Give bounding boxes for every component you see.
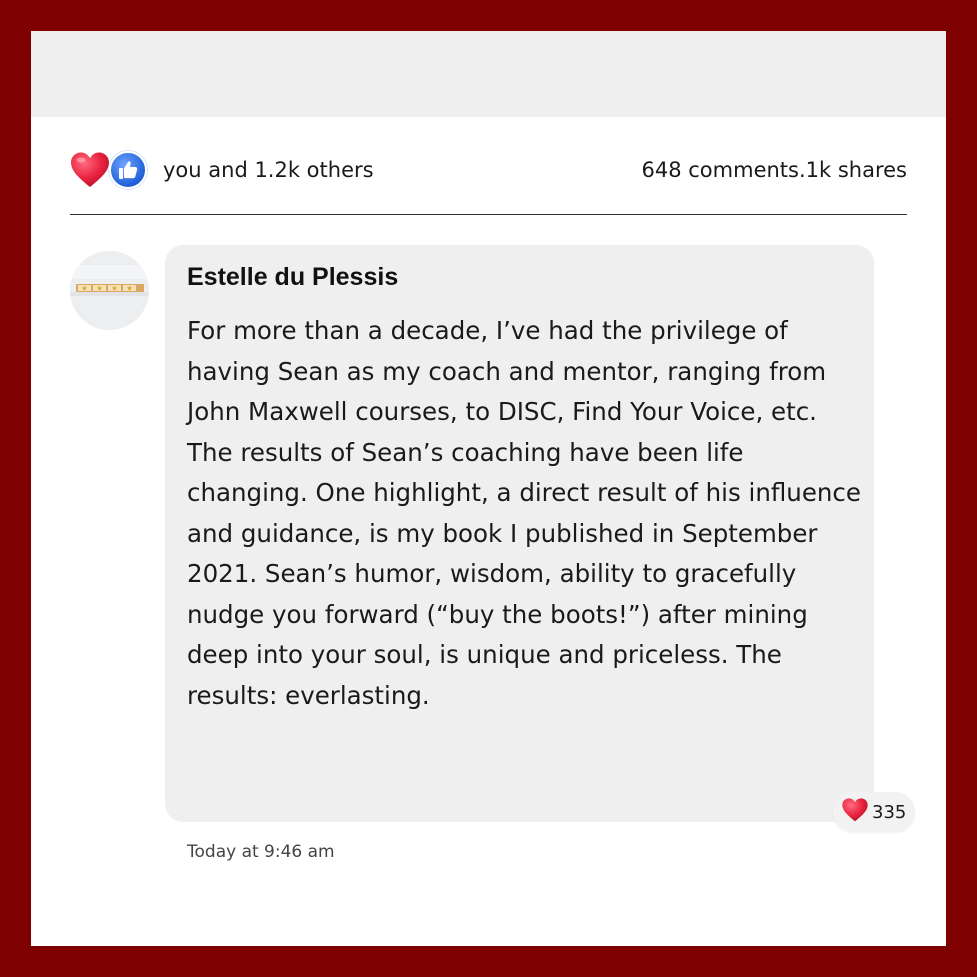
reactor-text[interactable]: you and 1.2k others	[163, 158, 374, 182]
comment-reaction-pill[interactable]: 335	[833, 792, 916, 832]
heart-icon	[841, 797, 869, 827]
heart-icon[interactable]	[69, 150, 111, 190]
svg-text:★: ★	[81, 285, 87, 293]
svg-text:★: ★	[111, 285, 117, 293]
reaction-count: 335	[872, 801, 907, 823]
header-band	[31, 31, 946, 117]
post-card: you and 1.2k others 648 comments.1k shar…	[31, 31, 946, 946]
comment-author[interactable]: Estelle du Plessis	[187, 263, 398, 292]
like-icon[interactable]	[109, 151, 147, 189]
svg-text:★: ★	[126, 285, 132, 293]
reaction-icons[interactable]	[69, 150, 147, 190]
divider	[70, 214, 907, 215]
svg-text:★: ★	[96, 285, 102, 293]
comment-timestamp[interactable]: Today at 9:46 am	[187, 842, 335, 862]
five-star-rating-icon: ★ ★ ★ ★	[70, 251, 149, 330]
comments-shares-count[interactable]: 648 comments.1k shares	[642, 158, 908, 182]
comment-bubble: Estelle du Plessis For more than a decad…	[165, 245, 874, 822]
avatar[interactable]: ★ ★ ★ ★	[70, 251, 149, 330]
reactions-summary[interactable]: you and 1.2k others 648 comments.1k shar…	[69, 150, 907, 190]
comment-text: For more than a decade, I’ve had the pri…	[187, 316, 861, 710]
